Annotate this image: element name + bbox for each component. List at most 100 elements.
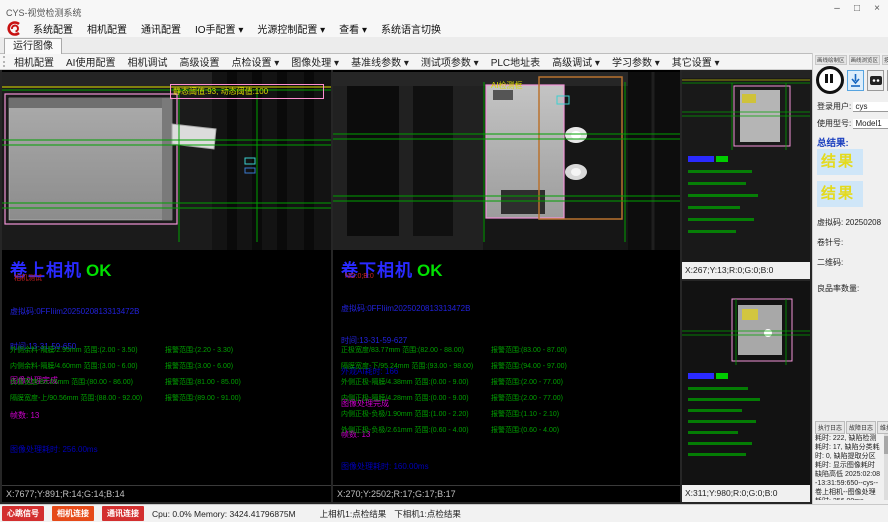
lower-camera-image[interactable]: AI检测框: [333, 72, 680, 255]
tab-run-image[interactable]: 运行图像: [4, 38, 62, 54]
info-line: 图像处理耗时: 160.00ms: [341, 462, 470, 473]
tool-test-params[interactable]: 测试项参数 ▾: [415, 54, 485, 69]
alarm-range: 报警范围:(81.00 - 85.00): [165, 377, 241, 387]
log-scrollbar-thumb[interactable]: [884, 436, 888, 454]
log-tab-exec[interactable]: 执行日志: [815, 421, 845, 434]
login-user-field[interactable]: cys: [853, 102, 888, 112]
cpu-memory-status: Cpu: 0.0% Memory: 3424.41796875M: [152, 509, 296, 519]
measurement-value: 隔膜宽度-下/95.24mm 范围:(93.00 - 98.00): [341, 361, 473, 371]
alarm-range: 报警范围:(2.00 - 77.00): [491, 393, 563, 403]
upper-camera-measurements: 外侧余料-隔膜/2.95mm 范围:(2.00 - 3.50) 报警范围:(2.2…: [2, 342, 331, 406]
close-button[interactable]: ×: [870, 3, 884, 14]
result-box-2: 结果: [817, 181, 863, 207]
aux-camera-bottom-pixel-coords: X:311;Y:980;R:0;G:0;B:0: [682, 485, 810, 502]
tool-image-processing[interactable]: 图像处理 ▾: [285, 54, 345, 69]
pause-button[interactable]: [816, 66, 844, 94]
tab-strip: 运行图像: [0, 37, 888, 54]
minimize-button[interactable]: –: [830, 3, 844, 14]
upper-camera-panel: 静态阈值:93, 动态阈值:100 卷上相机OK 相机测试 虚拟码:0FFIii…: [2, 70, 331, 502]
toolbar: 相机配置 AI使用配置 相机调试 高级设置 点检设置 ▾ 图像处理 ▾ 基准线参…: [0, 54, 812, 70]
log-tab-maintenance[interactable]: 维护日志: [877, 421, 888, 434]
aux-camera-top-panel: X:267;Y:13;R:0;G:0;B:0: [682, 70, 810, 279]
title-bar: CYS-视觉检测系统 – □ ×: [0, 0, 888, 21]
log-scrollbar[interactable]: [884, 434, 888, 500]
alarm-range: 报警范围:(94.00 - 97.00): [491, 361, 567, 371]
control-panel: 画线绘制区 画线浏览区 按钮操作区 登录用户:: [812, 53, 888, 504]
measurement-value: 外侧余料-隔膜/2.95mm 范围:(2.00 - 3.50): [10, 345, 138, 355]
camera-icon: [870, 76, 882, 85]
info-line: 虚拟码:0FFIiim2025020813313472B: [341, 304, 470, 315]
measurement-value: 隔膜宽度-上/90.56mm 范围:(88.00 - 92.00): [10, 393, 142, 403]
heartbeat-status-badge: 心跳信号: [2, 506, 44, 521]
alarm-range: 报警范围:(1.10 - 2.10): [491, 409, 559, 419]
lower-camera-panel: AI检测框 卷下相机OK NG:0;B:0 虚拟码:0FFIiim2025020…: [333, 70, 680, 502]
zone-draw[interactable]: 画线绘制区: [815, 55, 847, 65]
alarm-range: 报警范围:(83.00 - 87.00): [491, 345, 567, 355]
maximize-button[interactable]: □: [850, 3, 864, 14]
model-field[interactable]: Model1: [853, 119, 888, 129]
menu-camera-config[interactable]: 相机配置: [80, 21, 134, 36]
upper-camera-pixel-coords: X:7677;Y:891;R:14;G:14;B:14: [2, 485, 331, 502]
measurement-value: 外侧正极-隔膜/4.38mm 范围:(0.00 - 9.00): [341, 377, 469, 387]
result-box-1: 结果: [817, 149, 863, 175]
menu-io-config[interactable]: IO手配置 ▾: [188, 21, 250, 36]
menu-comm-config[interactable]: 通讯配置: [134, 21, 188, 36]
login-user-row: 登录用户: cys: [817, 101, 888, 112]
zone-browse[interactable]: 画线浏览区: [849, 55, 881, 65]
alarm-range: 报警范围:(2.00 - 77.00): [491, 377, 563, 387]
upper-camera-result-badge: OK: [86, 261, 112, 280]
lower-camera-subtitle: NG:0;B:0: [345, 273, 374, 280]
lower-camera-pixel-coords: X:270;Y:2502;R:17;G:17;B:17: [333, 485, 680, 502]
tool-spot-check[interactable]: 点检设置 ▾: [225, 54, 285, 69]
import-button[interactable]: [847, 70, 864, 91]
upper-camera-subtitle: 相机测试: [14, 273, 42, 283]
measurement-value: 负极宽度/83.05mm 范围:(80.00 - 86.00): [10, 377, 133, 387]
aux-camera-bottom-image[interactable]: [682, 281, 810, 490]
log-tabs: 执行日志 故障日志 维护日志: [815, 421, 888, 434]
ai-detection-box-label: AI检测框: [491, 80, 523, 91]
tool-learning-params[interactable]: 学习参数 ▾: [606, 54, 666, 69]
measurement-value: 内侧正极-负极/1.90mm 范围:(1.00 - 2.20): [341, 409, 469, 419]
aux-camera-top-image[interactable]: [682, 70, 810, 267]
device-button[interactable]: [867, 70, 884, 91]
tool-camera-debug[interactable]: 相机调试: [121, 54, 173, 69]
zone-tabs: 画线绘制区 画线浏览区 按钮操作区: [815, 55, 888, 65]
tool-other-settings[interactable]: 其它设置 ▾: [666, 54, 726, 69]
menu-view[interactable]: 查看 ▾: [332, 21, 374, 36]
tool-ai-config[interactable]: AI使用配置: [60, 54, 121, 69]
measurement-value: 内侧余料-隔膜/4.60mm 范围:(3.00 - 6.00): [10, 361, 138, 371]
tool-advanced-debug[interactable]: 高级调试 ▾: [546, 54, 606, 69]
menu-language-switch[interactable]: 系统语言切换: [374, 21, 448, 36]
menu-bar: 系统配置 相机配置 通讯配置 IO手配置 ▾ 光源控制配置 ▾ 查看 ▾ 系统语…: [0, 20, 888, 37]
tool-baseline-params[interactable]: 基准线参数 ▾: [345, 54, 415, 69]
alarm-range: 报警范围:(2.20 - 3.30): [165, 345, 233, 355]
aux-camera-bottom-panel: X:311;Y:980;R:0;G:0;B:0: [682, 281, 810, 502]
virtual-code-field: 虚拟码: 20250208: [817, 217, 881, 228]
qr-code-field: 二维码:: [817, 257, 843, 268]
zone-buttons[interactable]: 按钮操作区: [882, 55, 888, 65]
download-icon: [850, 74, 861, 87]
tool-plc-address[interactable]: PLC地址表: [485, 54, 546, 69]
log-tab-fault[interactable]: 故障日志: [846, 421, 876, 434]
model-row: 使用型号: Model1: [817, 118, 888, 129]
window-title: CYS-视觉检测系统: [6, 6, 82, 19]
lower-camera-check-status: 下相机1:点检结果: [394, 508, 461, 520]
info-line: 帧数: 13: [10, 410, 139, 422]
upper-camera-image[interactable]: 静态阈值:93, 动态阈值:100: [2, 72, 331, 255]
comm-connection-badge: 通讯连接: [102, 506, 144, 521]
upper-camera-check-status: 上相机1:点检结果: [320, 508, 387, 520]
log-text: 耗时: 222, 缺陷检测耗时: 17, 缺陷分类耗时: 0, 缺陷提取分区耗时…: [815, 434, 881, 500]
menu-system-config[interactable]: 系统配置: [26, 21, 80, 36]
tool-advanced-settings[interactable]: 高级设置: [173, 54, 225, 69]
info-line: 图像处理耗时: 256.00ms: [10, 444, 139, 456]
camera-connection-badge: 相机连接: [52, 506, 94, 521]
threshold-overlay-label: 静态阈值:93, 动态阈值:100: [170, 84, 324, 99]
info-line: 虚拟码:0FFIiim2025020813313472B: [10, 306, 139, 318]
status-bar: 心跳信号 相机连接 通讯连接 Cpu: 0.0% Memory: 3424.41…: [0, 504, 888, 522]
alarm-range: 报警范围:(0.60 - 4.00): [491, 425, 559, 435]
lower-camera-measurements: 正极宽度/83.77mm 范围:(82.00 - 88.00)报警范围:(83.…: [333, 342, 680, 438]
menu-light-config[interactable]: 光源控制配置 ▾: [250, 21, 332, 36]
tool-camera-config[interactable]: 相机配置: [8, 54, 60, 69]
model-label: 使用型号:: [817, 119, 851, 128]
measurement-value: 外侧正极-负极/2.61mm 范围:(0.60 - 4.00): [341, 425, 469, 435]
